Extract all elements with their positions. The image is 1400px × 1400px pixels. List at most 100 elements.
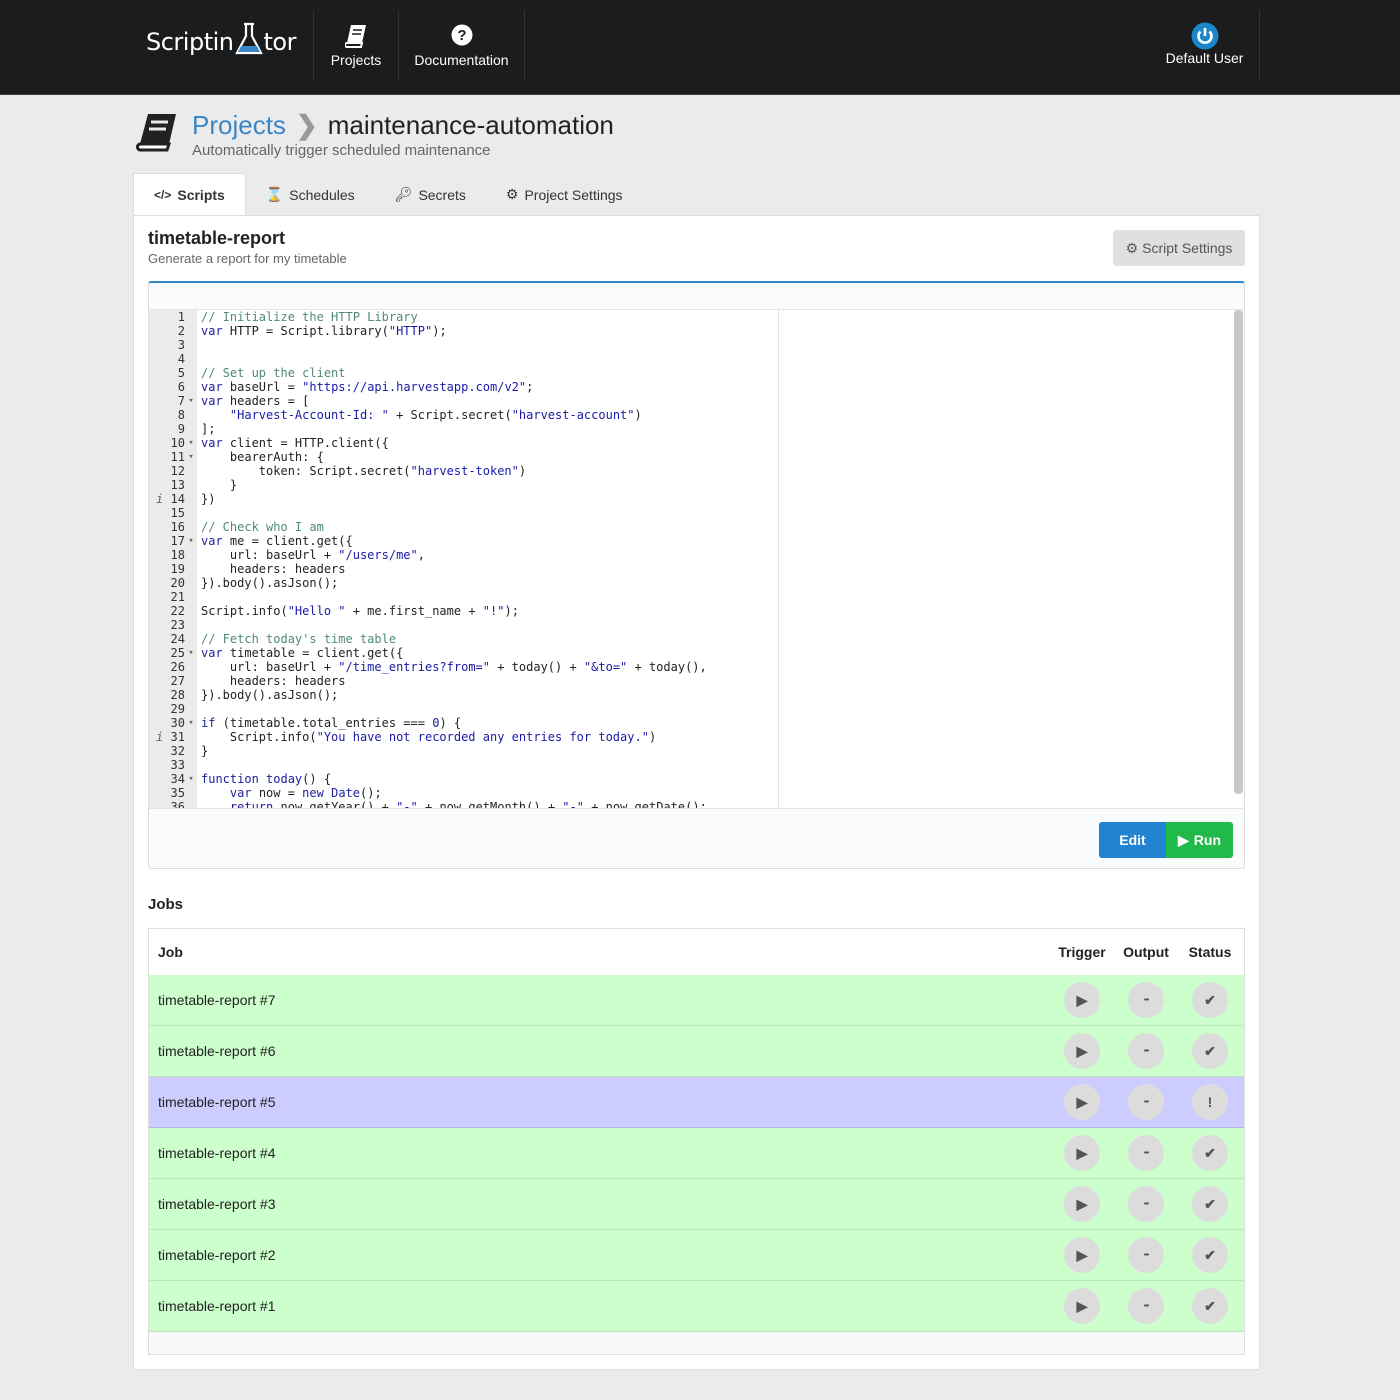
job-name[interactable]: timetable-report #5 [149, 1094, 1050, 1110]
status-button[interactable]: ✔ [1192, 1288, 1228, 1324]
code-token: ) [634, 408, 642, 422]
code-token: "Harvest-Account-Id: " [229, 408, 389, 422]
output-button[interactable]: ••• [1128, 1033, 1164, 1069]
code-token: "-" [562, 800, 584, 809]
column-header-trigger: Trigger [1058, 944, 1106, 960]
nav-label: Documentation [414, 52, 509, 68]
table-cell: ••• [1114, 1084, 1178, 1120]
trigger-button[interactable]: ▶ [1064, 1186, 1100, 1222]
code-line: 7 ▾ var headers = [ [149, 394, 707, 408]
code-token: function [201, 772, 259, 786]
fold-toggle-icon[interactable]: ▾ [185, 716, 197, 730]
fold-toggle-icon[interactable]: ▾ [185, 436, 197, 450]
output-button[interactable]: ••• [1128, 1237, 1164, 1273]
job-name[interactable]: timetable-report #3 [149, 1196, 1050, 1212]
status-button[interactable]: ✔ [1192, 982, 1228, 1018]
tab-secrets[interactable]: 🔑︎ Secrets [375, 173, 486, 216]
code-line: 18 url: baseUrl + "/users/me", [149, 548, 707, 562]
code-token: + today(), [627, 660, 707, 674]
play-icon: ▶ [1178, 831, 1189, 848]
editor-scrollbar[interactable] [1234, 310, 1243, 794]
ellipsis-icon: ••• [1143, 1149, 1149, 1157]
output-button[interactable]: ••• [1128, 1135, 1164, 1171]
job-name[interactable]: timetable-report #7 [149, 992, 1050, 1008]
tab-scripts[interactable]: </> Scripts [133, 173, 246, 216]
nav-projects[interactable]: Projects [313, 10, 398, 80]
button-label: Run [1193, 832, 1221, 848]
fold-toggle-icon[interactable]: ▾ [185, 772, 197, 786]
code-token: ; [526, 380, 534, 394]
status-button[interactable]: ✔ [1192, 1186, 1228, 1222]
run-button[interactable]: ▶ Run [1166, 822, 1233, 858]
line-number: 24 [170, 632, 185, 646]
tab-project-settings[interactable]: ⚙ Project Settings [486, 173, 643, 216]
fold-toggle-icon[interactable]: ▾ [185, 394, 197, 408]
fold-toggle-icon[interactable]: ▾ [185, 646, 197, 660]
nav-documentation[interactable]: ? Documentation [398, 10, 525, 80]
hourglass-icon: ⌛ [265, 186, 284, 202]
page-title: maintenance-automation [327, 110, 614, 140]
check-icon: ✔ [1204, 1195, 1216, 1212]
output-button[interactable]: ••• [1128, 1288, 1164, 1324]
brand-logo[interactable]: Scriptin tor [146, 22, 296, 56]
tab-schedules[interactable]: ⌛ Schedules [246, 173, 375, 216]
status-button[interactable]: ✔ [1192, 1135, 1228, 1171]
code-area[interactable]: 1 // Initialize the HTTP Library 2 var HTTP… [149, 309, 1244, 809]
code-token: ) { [439, 716, 462, 730]
trigger-button[interactable]: ▶ [1064, 1288, 1100, 1324]
trigger-button[interactable]: ▶ [1064, 982, 1100, 1018]
table-cell: ▶ [1050, 1135, 1114, 1171]
line-number: 29 [170, 702, 185, 716]
brand-text: tor [263, 28, 297, 56]
fold-toggle-icon[interactable]: ▾ [185, 534, 197, 548]
trigger-button[interactable]: ▶ [1064, 1033, 1100, 1069]
gears-icon: ⚙ [1125, 239, 1139, 256]
edit-button[interactable]: Edit [1099, 822, 1166, 858]
status-button[interactable]: ✔ [1192, 1237, 1228, 1273]
table-cell: ✔ [1178, 1033, 1242, 1069]
gears-icon: ⚙ [505, 186, 519, 202]
job-name[interactable]: timetable-report #6 [149, 1043, 1050, 1059]
script-settings-button[interactable]: ⚙ Script Settings [1113, 230, 1245, 266]
line-number: 33 [170, 758, 185, 772]
code-line: 15 [149, 506, 707, 520]
status-button[interactable]: ! [1192, 1084, 1228, 1120]
code-line: 9]; [149, 422, 707, 436]
code-text: Script.info("Hello " + me.first_name + "… [197, 604, 519, 618]
line-number: 32 [170, 744, 185, 758]
trigger-button[interactable]: ▶ [1064, 1135, 1100, 1171]
code-token: + today() + [490, 660, 584, 674]
code-text: function today() { [197, 772, 331, 786]
job-name[interactable]: timetable-report #1 [149, 1298, 1050, 1314]
output-button[interactable]: ••• [1128, 982, 1164, 1018]
table-cell: ✔ [1178, 1186, 1242, 1222]
play-icon: ▶ [1076, 1246, 1088, 1263]
job-name[interactable]: timetable-report #2 [149, 1247, 1050, 1263]
code-line: 36 return now.getYear() + "-" + now.getM… [149, 800, 707, 809]
code-token: "/time_entries?from=" [338, 660, 490, 674]
code-token: // Set up the client [201, 366, 346, 380]
table-cell: ••• [1114, 1288, 1178, 1324]
trigger-button[interactable]: ▶ [1064, 1237, 1100, 1273]
breadcrumb-projects-link[interactable]: Projects [192, 110, 286, 140]
code-token: "harvest-account" [511, 408, 635, 422]
status-button[interactable]: ✔ [1192, 1033, 1228, 1069]
line-number: 26 [170, 660, 185, 674]
fold-toggle-icon[interactable]: ▾ [185, 450, 197, 464]
line-number: 11 [170, 450, 185, 464]
trigger-button[interactable]: ▶ [1064, 1084, 1100, 1120]
output-button[interactable]: ••• [1128, 1084, 1164, 1120]
output-button[interactable]: ••• [1128, 1186, 1164, 1222]
code-line: 4 [149, 352, 707, 366]
code-line: 1 // Initialize the HTTP Library [149, 310, 707, 324]
user-menu[interactable]: Default User [1150, 10, 1260, 80]
job-name[interactable]: timetable-report #4 [149, 1145, 1050, 1161]
